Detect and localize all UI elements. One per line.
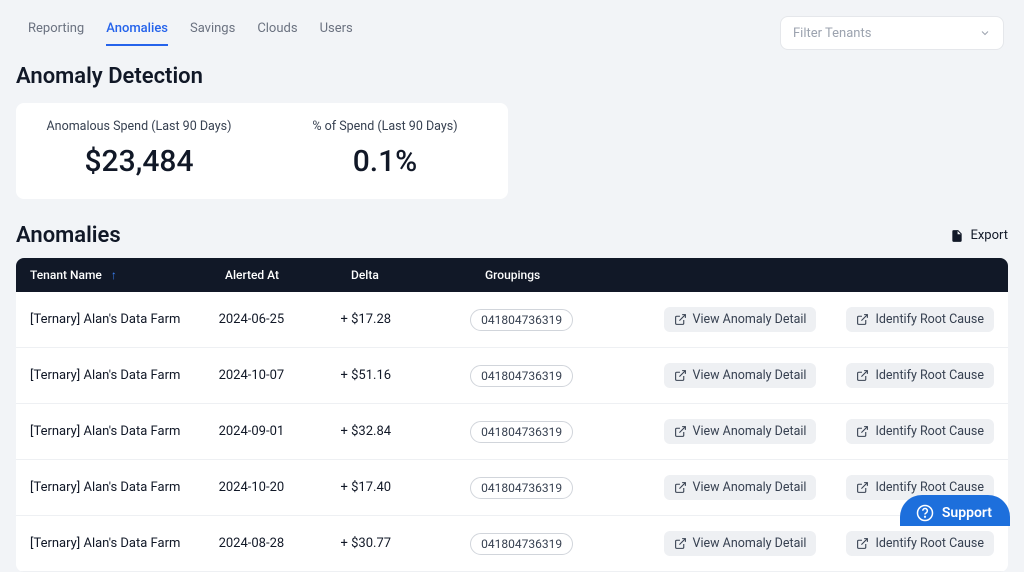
root-label: Identify Root Cause xyxy=(875,480,984,495)
metric-value: $23,484 xyxy=(16,144,262,179)
identify-root-cause-button[interactable]: Identify Root Cause xyxy=(846,307,994,332)
grouping-pill[interactable]: 041804736319 xyxy=(470,533,573,555)
cell-delta: + $30.77 xyxy=(337,536,467,551)
cell-alerted: 2024-08-28 xyxy=(215,536,337,551)
external-link-icon xyxy=(674,425,687,438)
table-row: [Ternary] Alan's Data Farm2024-06-25+ $1… xyxy=(16,292,1008,348)
metric-label: Anomalous Spend (Last 90 Days) xyxy=(16,119,262,134)
cell-alerted: 2024-10-20 xyxy=(215,480,337,495)
cell-grouping: 041804736319 xyxy=(466,477,659,499)
external-link-icon xyxy=(856,369,869,382)
table-row: [Ternary] Alan's Data Farm2024-08-28+ $3… xyxy=(16,516,1008,572)
help-icon xyxy=(916,504,934,522)
cell-tenant: [Ternary] Alan's Data Farm xyxy=(26,424,215,439)
table-row: [Ternary] Alan's Data Farm2024-09-01+ $3… xyxy=(16,404,1008,460)
cell-delta: + $32.84 xyxy=(337,424,467,439)
root-label: Identify Root Cause xyxy=(875,312,984,327)
column-header-delta[interactable]: Delta xyxy=(347,268,481,282)
root-label: Identify Root Cause xyxy=(875,368,984,383)
view-anomaly-detail-button[interactable]: View Anomaly Detail xyxy=(664,307,817,332)
sort-ascending-icon: ↑ xyxy=(111,268,117,282)
external-link-icon xyxy=(674,481,687,494)
column-header-alerted[interactable]: Alerted At xyxy=(221,268,347,282)
cell-delta: + $51.16 xyxy=(337,368,467,383)
tab-users[interactable]: Users xyxy=(320,21,353,46)
export-label: Export xyxy=(970,228,1008,243)
chevron-down-icon xyxy=(979,27,991,39)
grouping-pill[interactable]: 041804736319 xyxy=(470,365,573,387)
tab-savings[interactable]: Savings xyxy=(190,21,235,46)
filter-placeholder: Filter Tenants xyxy=(793,26,871,41)
view-anomaly-detail-button[interactable]: View Anomaly Detail xyxy=(664,363,817,388)
cell-alerted: 2024-06-25 xyxy=(215,312,337,327)
view-label: View Anomaly Detail xyxy=(693,424,807,439)
external-link-icon xyxy=(674,369,687,382)
filter-tenants-select[interactable]: Filter Tenants xyxy=(780,16,1004,50)
root-label: Identify Root Cause xyxy=(875,424,984,439)
view-anomaly-detail-button[interactable]: View Anomaly Detail xyxy=(664,475,817,500)
page-title: Anomaly Detection xyxy=(16,64,1024,89)
root-label: Identify Root Cause xyxy=(875,536,984,551)
external-link-icon xyxy=(674,313,687,326)
grouping-pill[interactable]: 041804736319 xyxy=(470,421,573,443)
cell-tenant: [Ternary] Alan's Data Farm xyxy=(26,312,215,327)
external-link-icon xyxy=(856,313,869,326)
tab-clouds[interactable]: Clouds xyxy=(257,21,297,46)
nav-tabs: Reporting Anomalies Savings Clouds Users xyxy=(28,21,353,46)
table-row: [Ternary] Alan's Data Farm2024-10-20+ $1… xyxy=(16,460,1008,516)
cell-grouping: 041804736319 xyxy=(466,365,659,387)
metric-label: % of Spend (Last 90 Days) xyxy=(262,119,508,134)
support-label: Support xyxy=(942,505,992,521)
cell-grouping: 041804736319 xyxy=(466,421,659,443)
view-anomaly-detail-button[interactable]: View Anomaly Detail xyxy=(664,531,817,556)
view-label: View Anomaly Detail xyxy=(693,480,807,495)
cell-tenant: [Ternary] Alan's Data Farm xyxy=(26,480,215,495)
metric-0: Anomalous Spend (Last 90 Days) $23,484 xyxy=(16,119,262,179)
table-row: [Ternary] Alan's Data Farm2024-10-07+ $5… xyxy=(16,348,1008,404)
external-link-icon xyxy=(674,537,687,550)
export-icon xyxy=(950,229,964,243)
export-button[interactable]: Export xyxy=(950,228,1008,243)
grouping-pill[interactable]: 041804736319 xyxy=(470,477,573,499)
support-button[interactable]: Support xyxy=(900,495,1010,526)
column-header-tenant-label: Tenant Name xyxy=(30,268,102,282)
anomalies-table: Tenant Name ↑ Alerted At Delta Groupings… xyxy=(16,258,1008,572)
tab-reporting[interactable]: Reporting xyxy=(28,21,84,46)
identify-root-cause-button[interactable]: Identify Root Cause xyxy=(846,363,994,388)
external-link-icon xyxy=(856,537,869,550)
external-link-icon xyxy=(856,425,869,438)
view-label: View Anomaly Detail xyxy=(693,312,807,327)
identify-root-cause-button[interactable]: Identify Root Cause xyxy=(846,419,994,444)
metric-value: 0.1% xyxy=(262,144,508,179)
view-label: View Anomaly Detail xyxy=(693,536,807,551)
metric-1: % of Spend (Last 90 Days) 0.1% xyxy=(262,119,508,179)
column-header-tenant[interactable]: Tenant Name ↑ xyxy=(26,268,221,282)
cell-alerted: 2024-09-01 xyxy=(215,424,337,439)
cell-grouping: 041804736319 xyxy=(466,309,659,331)
column-header-groupings[interactable]: Groupings xyxy=(481,268,681,282)
external-link-icon xyxy=(856,481,869,494)
cell-alerted: 2024-10-07 xyxy=(215,368,337,383)
view-anomaly-detail-button[interactable]: View Anomaly Detail xyxy=(664,419,817,444)
section-title: Anomalies xyxy=(16,223,121,248)
view-label: View Anomaly Detail xyxy=(693,368,807,383)
cell-tenant: [Ternary] Alan's Data Farm xyxy=(26,368,215,383)
grouping-pill[interactable]: 041804736319 xyxy=(470,309,573,331)
identify-root-cause-button[interactable]: Identify Root Cause xyxy=(846,531,994,556)
tab-anomalies[interactable]: Anomalies xyxy=(106,21,168,46)
cell-delta: + $17.28 xyxy=(337,312,467,327)
cell-delta: + $17.40 xyxy=(337,480,467,495)
cell-tenant: [Ternary] Alan's Data Farm xyxy=(26,536,215,551)
table-header: Tenant Name ↑ Alerted At Delta Groupings xyxy=(16,258,1008,292)
cell-grouping: 041804736319 xyxy=(466,533,659,555)
metrics-card: Anomalous Spend (Last 90 Days) $23,484% o… xyxy=(16,103,508,199)
